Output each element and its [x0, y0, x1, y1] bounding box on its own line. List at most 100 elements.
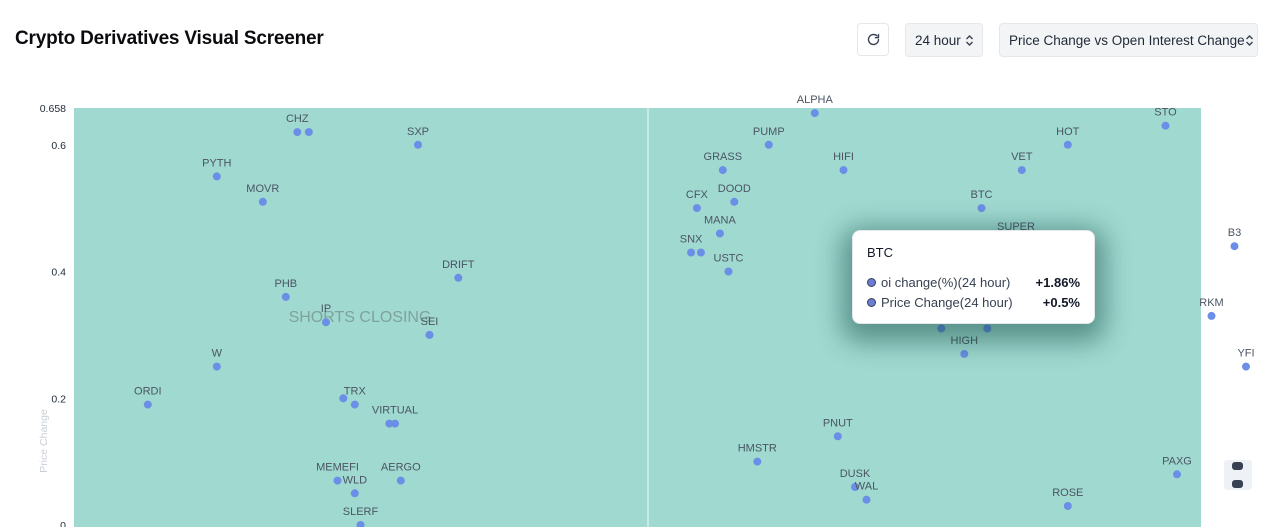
y-axis-label: Price Change	[38, 409, 50, 473]
scatter-point[interactable]	[350, 400, 359, 409]
y-tick-label: 0.658	[40, 103, 66, 115]
point-label: HOT	[1056, 126, 1080, 138]
tooltip-value: +1.86%	[1035, 274, 1080, 290]
scatter-point[interactable]	[753, 457, 762, 466]
y-tick-label: 0.4	[51, 267, 66, 279]
tooltip-label: Price Change(24 hour)	[881, 294, 1013, 310]
scatter-point[interactable]	[1017, 166, 1026, 175]
hover-tooltip: BTC oi change(%)(24 hour) +1.86% Price C…	[852, 230, 1095, 324]
scatter-point[interactable]	[414, 140, 422, 149]
scatter-point[interactable]	[143, 400, 152, 409]
point-label: PAXG	[1162, 455, 1192, 467]
y-tick-label: 0.6	[51, 140, 66, 152]
slider-knob-top[interactable]	[1232, 462, 1243, 470]
point-label: DUSK	[840, 468, 871, 480]
point-label: CFX	[686, 189, 709, 201]
point-label: DRIFT	[442, 259, 475, 271]
scatter-point[interactable]	[281, 292, 290, 301]
scatter-point[interactable]	[1230, 242, 1239, 251]
point-label: CHZ	[286, 113, 309, 125]
point-label: PYTH	[202, 157, 231, 169]
point-label: PNUT	[823, 417, 853, 429]
point-label: SEI	[421, 316, 439, 328]
point-label: IP	[321, 303, 331, 315]
tooltip-row-oi: oi change(%)(24 hour) +1.86%	[867, 272, 1080, 292]
scatter-point[interactable]	[839, 166, 848, 175]
point-label: BTC	[971, 189, 993, 201]
scatter-point[interactable]	[833, 432, 842, 441]
point-label: SXP	[407, 126, 429, 138]
scatter-point[interactable]	[724, 267, 733, 276]
series-dot-icon	[867, 297, 876, 307]
scatter-point[interactable]	[764, 140, 773, 149]
tooltip-value: +0.5%	[1042, 294, 1080, 310]
quadrant-label-shorts-closing: SHORTS CLOSING	[289, 309, 432, 326]
tooltip-row-price: Price Change(24 hour) +0.5%	[867, 292, 1080, 312]
scatter-point[interactable]	[1063, 502, 1072, 510]
scatter-point[interactable]	[322, 318, 330, 327]
point-label: HIFI	[833, 151, 854, 163]
scatter-point[interactable]	[212, 172, 221, 181]
point-label: HIGH	[951, 335, 979, 347]
zoom-slider-handle[interactable]	[1224, 460, 1252, 490]
point-label: SLERF	[343, 506, 379, 518]
scatter-point[interactable]	[454, 273, 463, 282]
scatter-point[interactable]	[350, 489, 359, 498]
point-label: USTC	[714, 253, 744, 265]
scatter-point[interactable]	[396, 476, 405, 485]
series-dot-icon	[867, 277, 876, 287]
scatter-point[interactable]	[937, 324, 946, 333]
point-label: HMSTR	[738, 443, 777, 455]
scatter-point[interactable]	[687, 248, 696, 257]
slider-knob-bottom[interactable]	[1232, 480, 1243, 488]
scatter-point[interactable]	[1242, 362, 1250, 371]
scatter-point[interactable]	[1063, 140, 1072, 149]
scatter-point[interactable]	[692, 204, 701, 213]
point-label: WLD	[343, 474, 368, 486]
point-label: MOVR	[246, 183, 279, 195]
point-label: WAL	[855, 481, 878, 493]
scatter-point[interactable]	[862, 495, 871, 504]
scatter-point[interactable]	[333, 476, 342, 485]
point-label: MEMEFI	[316, 462, 359, 474]
y-tick-label: 0.2	[51, 393, 66, 405]
point-label: YFI	[1237, 348, 1254, 360]
scatter-point[interactable]	[1173, 470, 1181, 479]
scatter-point[interactable]	[960, 349, 969, 358]
point-label: ORDI	[134, 386, 162, 398]
scatter-point[interactable]	[718, 166, 727, 175]
point-label: VIRTUAL	[372, 405, 418, 417]
point-label: ROSE	[1052, 487, 1083, 499]
scatter-point[interactable]	[977, 204, 986, 213]
scatter-point[interactable]	[1161, 121, 1170, 130]
scatter-point[interactable]	[293, 128, 302, 137]
point-label: TRX	[344, 386, 367, 398]
scatter-point[interactable]	[730, 197, 739, 206]
point-label: ALPHA	[797, 94, 834, 106]
point-label: AERGO	[381, 462, 421, 474]
scatter-point[interactable]	[304, 128, 313, 137]
scatter-point[interactable]	[1207, 311, 1216, 320]
scatter-point[interactable]	[385, 419, 394, 428]
point-label: W	[212, 348, 223, 360]
scatter-point[interactable]	[212, 362, 221, 371]
point-label: DOOD	[718, 183, 751, 195]
point-label: B3	[1228, 227, 1241, 239]
point-label: MANA	[704, 215, 736, 227]
point-label: SNX	[680, 234, 703, 246]
point-label: RKM	[1199, 297, 1223, 309]
y-tick-label: 0	[60, 520, 66, 527]
scatter-point[interactable]	[258, 197, 267, 206]
point-label: PUMP	[753, 126, 785, 138]
point-label: GRASS	[704, 151, 743, 163]
scatter-point[interactable]	[810, 109, 819, 118]
scatter-point[interactable]	[696, 248, 705, 257]
point-label: VET	[1011, 151, 1033, 163]
tooltip-label: oi change(%)(24 hour)	[881, 274, 1011, 290]
scatter-point[interactable]	[983, 324, 992, 333]
scatter-point[interactable]	[715, 229, 724, 238]
scatter-point[interactable]	[425, 330, 434, 339]
tooltip-title: BTC	[867, 245, 893, 260]
point-label: STO	[1154, 107, 1177, 119]
point-label: PHB	[274, 278, 297, 290]
